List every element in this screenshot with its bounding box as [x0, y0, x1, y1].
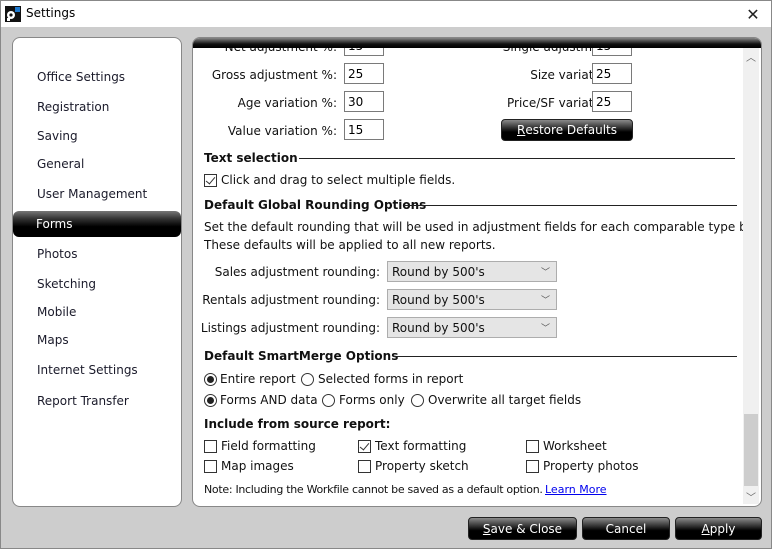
- map-images-checkbox[interactable]: [204, 460, 217, 473]
- rentals-rounding-select[interactable]: Round by 500's ﹀: [387, 289, 557, 310]
- text-formatting-label: Text formatting: [375, 439, 467, 453]
- sidebar-item-maps[interactable]: Maps: [13, 327, 181, 353]
- rounding-description-line2: These defaults will be applied to all ne…: [204, 238, 496, 252]
- property-photos-checkbox[interactable]: [526, 460, 539, 473]
- selected-forms-radio[interactable]: [301, 373, 314, 386]
- forms-only-radio[interactable]: [322, 394, 335, 407]
- sales-rounding-label: Sales adjustment rounding:: [214, 265, 380, 279]
- click-drag-select-label: Click and drag to select multiple fields…: [221, 173, 456, 187]
- vertical-scrollbar[interactable]: ︿ ﹀: [743, 48, 759, 504]
- click-drag-select-checkbox[interactable]: [204, 174, 217, 187]
- property-photos-label: Property photos: [543, 459, 639, 473]
- title-bar: Settings ✕: [1, 1, 771, 27]
- scroll-up-button[interactable]: ︿: [743, 48, 759, 64]
- price-sf-variation-input[interactable]: [592, 91, 632, 112]
- scrollbar-thumb[interactable]: [744, 414, 758, 486]
- rounding-heading: Default Global Rounding Options: [204, 198, 427, 212]
- window-title: Settings: [26, 6, 76, 20]
- field-formatting-label: Field formatting: [221, 439, 316, 453]
- text-selection-heading: Text selection: [204, 151, 298, 165]
- forms-and-data-radio[interactable]: [204, 394, 217, 407]
- sidebar-item-saving[interactable]: Saving: [13, 123, 181, 149]
- smartmerge-heading: Default SmartMerge Options: [204, 349, 399, 363]
- property-sketch-label: Property sketch: [375, 459, 469, 473]
- age-variation-label: Age variation %:: [237, 96, 337, 110]
- size-variation-input[interactable]: [592, 63, 632, 84]
- gross-adjustment-input[interactable]: [344, 63, 384, 84]
- learn-more-link[interactable]: Learn More: [545, 483, 607, 496]
- sidebar-item-mobile[interactable]: Mobile: [13, 299, 181, 325]
- entire-report-radio[interactable]: [204, 373, 217, 386]
- sidebar-item-registration[interactable]: Registration: [13, 94, 181, 120]
- forms-and-data-label: Forms AND data: [220, 393, 318, 407]
- section-divider: [299, 158, 735, 159]
- workfile-note: Note: Including the Workfile cannot be s…: [204, 483, 543, 496]
- forms-only-label: Forms only: [339, 393, 405, 407]
- sidebar-item-forms[interactable]: Forms: [13, 211, 181, 237]
- sidebar-item-photos[interactable]: Photos: [13, 241, 181, 267]
- close-icon: ✕: [746, 4, 760, 24]
- section-divider: [404, 205, 737, 206]
- forms-settings-panel: Net adjustment %: Single adjustment %: G…: [192, 37, 762, 507]
- chevron-down-icon: ﹀: [540, 296, 550, 306]
- app-logo-icon: [5, 6, 21, 22]
- chevron-up-icon: ︿: [746, 52, 756, 64]
- property-sketch-checkbox[interactable]: [358, 460, 371, 473]
- worksheet-checkbox[interactable]: [526, 440, 539, 453]
- restore-defaults-button[interactable]: Restore Defaults: [501, 119, 633, 141]
- age-variation-input[interactable]: [344, 91, 384, 112]
- sidebar-item-sketching[interactable]: Sketching: [13, 271, 181, 297]
- sales-rounding-select[interactable]: Round by 500's ﹀: [387, 261, 557, 282]
- section-divider: [393, 356, 737, 357]
- worksheet-label: Worksheet: [543, 439, 607, 453]
- save-close-button[interactable]: Save & Close: [468, 517, 577, 540]
- chevron-down-icon: ﹀: [540, 324, 550, 334]
- overwrite-all-label: Overwrite all target fields: [428, 393, 582, 407]
- close-button[interactable]: ✕: [735, 1, 771, 27]
- chevron-down-icon: ﹀: [746, 492, 756, 504]
- include-source-heading: Include from source report:: [204, 417, 391, 431]
- chevron-down-icon: ﹀: [540, 268, 550, 278]
- scroll-down-button[interactable]: ﹀: [743, 488, 759, 504]
- selected-forms-label: Selected forms in report: [318, 372, 464, 386]
- listings-rounding-select[interactable]: Round by 500's ﹀: [387, 317, 557, 338]
- listings-rounding-label: Listings adjustment rounding:: [200, 321, 380, 335]
- sidebar-item-internet-settings[interactable]: Internet Settings: [13, 357, 181, 383]
- sidebar-item-report-transfer[interactable]: Report Transfer: [13, 388, 181, 414]
- settings-window: Settings ✕ Office Settings Registration …: [0, 0, 772, 549]
- gross-adjustment-label: Gross adjustment %:: [211, 68, 337, 82]
- panel-header-bar: [193, 38, 761, 48]
- field-formatting-checkbox[interactable]: [204, 440, 217, 453]
- scrollable-content: Net adjustment %: Single adjustment %: G…: [193, 38, 745, 506]
- text-formatting-checkbox[interactable]: [358, 440, 371, 453]
- sidebar-item-office-settings[interactable]: Office Settings: [13, 64, 181, 90]
- rentals-rounding-label: Rentals adjustment rounding:: [202, 293, 380, 307]
- rounding-description-line1: Set the default rounding that will be us…: [204, 220, 745, 234]
- map-images-label: Map images: [221, 459, 294, 473]
- entire-report-label: Entire report: [220, 372, 296, 386]
- value-variation-label: Value variation %:: [227, 124, 337, 138]
- settings-sidebar: Office Settings Registration Saving Gene…: [12, 37, 182, 507]
- apply-button[interactable]: Apply: [675, 517, 762, 540]
- cancel-button[interactable]: Cancel: [582, 517, 670, 540]
- value-variation-input[interactable]: [344, 119, 384, 140]
- sidebar-item-user-management[interactable]: User Management: [13, 181, 181, 207]
- overwrite-all-radio[interactable]: [411, 394, 424, 407]
- sidebar-item-general[interactable]: General: [13, 151, 181, 177]
